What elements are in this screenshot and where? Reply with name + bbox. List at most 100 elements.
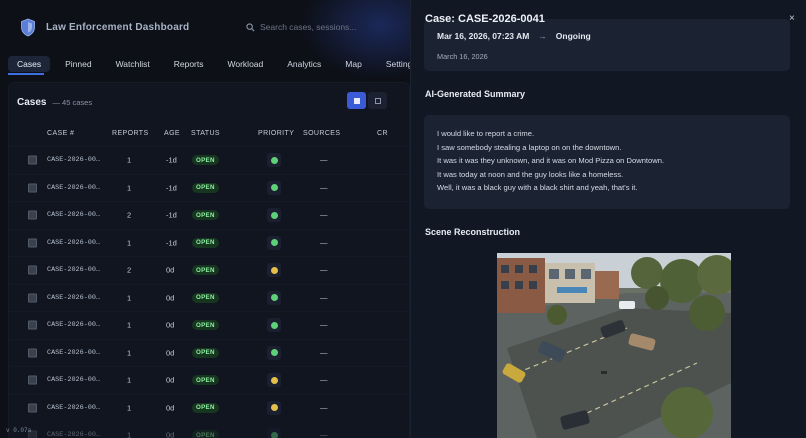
- summary-line: It was today at noon and the guy looks l…: [437, 169, 624, 179]
- case-number[interactable]: CASE-2026-00…: [47, 156, 100, 164]
- sources-value: —: [320, 293, 328, 303]
- case-age: -1d: [166, 210, 177, 220]
- table-row[interactable]: CASE-2026-00… 1 0d OPEN —: [9, 393, 409, 422]
- brand: Law Enforcement Dashboard: [20, 18, 189, 37]
- time-range: Mar 16, 2026, 07:23 AM → Ongoing: [437, 31, 591, 41]
- case-date: March 16, 2026: [437, 52, 488, 61]
- row-checkbox[interactable]: [28, 155, 37, 165]
- case-number[interactable]: CASE-2026-00…: [47, 239, 100, 247]
- app-title: Law Enforcement Dashboard: [46, 22, 190, 33]
- col-case[interactable]: CASE #: [47, 130, 74, 137]
- sources-value: —: [320, 238, 328, 248]
- tab-reports[interactable]: Reports: [165, 56, 213, 72]
- status-badge: OPEN: [192, 210, 219, 221]
- col-age[interactable]: AGE: [164, 130, 180, 137]
- case-age: 0d: [166, 320, 175, 330]
- search-input[interactable]: Search cases, sessions...: [260, 22, 356, 32]
- case-age: 0d: [166, 265, 175, 275]
- case-detail-panel: Mar 16, 2026, 07:23 AM → Ongoing March 1…: [410, 0, 806, 438]
- table-header: CASE # REPORTS AGE STATUS PRIORITY SOURC…: [9, 130, 409, 142]
- table-row[interactable]: CASE-2026-00… 1 0d OPEN —: [9, 283, 409, 312]
- priority-indicator: [267, 180, 281, 195]
- case-number[interactable]: CASE-2026-00…: [47, 211, 100, 219]
- priority-indicator: [267, 290, 281, 305]
- tab-cases[interactable]: Cases: [8, 56, 51, 72]
- col-sources[interactable]: SOURCES: [303, 130, 340, 137]
- row-checkbox[interactable]: [28, 265, 37, 275]
- summary-line: It was it was they unknown, and it was o…: [437, 156, 665, 166]
- row-checkbox[interactable]: [28, 238, 37, 248]
- case-title: Case: CASE-2026-0041: [425, 13, 545, 25]
- case-number[interactable]: CASE-2026-00…: [47, 294, 100, 302]
- table-row[interactable]: CASE-2026-00… 2 -1d OPEN —: [9, 201, 409, 229]
- priority-dot-icon: [270, 266, 278, 274]
- reports-count: 1: [127, 155, 132, 165]
- reports-count: 1: [127, 430, 132, 438]
- case-number[interactable]: CASE-2026-00…: [47, 321, 100, 329]
- row-checkbox[interactable]: [28, 403, 37, 413]
- case-number[interactable]: CASE-2026-00…: [47, 431, 100, 438]
- scene-reconstruction-image: [497, 253, 731, 438]
- row-checkbox[interactable]: [28, 210, 37, 220]
- summary-heading: AI-Generated Summary: [425, 89, 526, 99]
- tab-watchlist[interactable]: Watchlist: [107, 56, 159, 72]
- summary-line: I would like to report a crime.: [437, 129, 535, 138]
- time-state: Ongoing: [555, 31, 591, 41]
- view-toggle: [347, 92, 387, 109]
- col-status[interactable]: STATUS: [191, 130, 220, 137]
- row-checkbox[interactable]: [28, 320, 37, 330]
- case-number[interactable]: CASE-2026-00…: [47, 349, 100, 357]
- cases-table-body: CASE-2026-00… 1 -1d OPEN — CASE-2026-00… 1 -1d O…: [9, 146, 409, 438]
- table-row[interactable]: CASE-2026-00… 1 0d OPEN —: [9, 311, 409, 339]
- active-tab-indicator: [8, 73, 44, 75]
- table-row[interactable]: CASE-2026-00… 1 0d OPEN —: [9, 338, 409, 367]
- priority-dot-icon: [270, 404, 278, 412]
- table-row[interactable]: CASE-2026-00… 1 -1d OPEN —: [9, 173, 409, 202]
- row-checkbox[interactable]: [28, 375, 37, 385]
- row-checkbox[interactable]: [28, 348, 37, 358]
- sources-value: —: [320, 210, 328, 220]
- case-age: -1d: [166, 183, 177, 193]
- row-checkbox[interactable]: [28, 293, 37, 303]
- table-row[interactable]: CASE-2026-00… 1 -1d OPEN —: [9, 228, 409, 257]
- col-priority[interactable]: PRIORITY: [258, 130, 294, 137]
- case-age: 0d: [166, 293, 175, 303]
- status-badge: OPEN: [192, 292, 219, 303]
- case-age: 0d: [166, 430, 175, 438]
- col-reports[interactable]: REPORTS: [112, 130, 149, 137]
- case-number[interactable]: CASE-2026-00…: [47, 404, 100, 412]
- shield-icon: [21, 18, 35, 37]
- dashboard-app: Law Enforcement Dashboard Search cases, …: [0, 0, 460, 438]
- cases-count: — 45 cases: [52, 98, 93, 107]
- case-number[interactable]: CASE-2026-00…: [47, 376, 100, 384]
- case-age: -1d: [166, 238, 177, 248]
- version-label: v 0.07a: [6, 427, 32, 434]
- table-row[interactable]: CASE-2026-00… 1 0d OPEN —: [9, 366, 409, 394]
- sources-value: —: [320, 155, 328, 165]
- priority-dot-icon: [270, 184, 278, 192]
- tab-map[interactable]: Map: [336, 56, 371, 72]
- search-box[interactable]: Search cases, sessions...: [246, 22, 356, 32]
- col-extra[interactable]: CR: [377, 130, 388, 137]
- scene-heading: Scene Reconstruction: [425, 227, 521, 237]
- tab-analytics[interactable]: Analytics: [278, 56, 330, 72]
- case-number[interactable]: CASE-2026-00…: [47, 266, 100, 274]
- summary-card: I would like to report a crime. I saw so…: [424, 115, 790, 209]
- priority-indicator: [267, 208, 281, 223]
- case-number[interactable]: CASE-2026-00…: [47, 184, 100, 192]
- tab-workload[interactable]: Workload: [219, 56, 273, 72]
- grid-view-button[interactable]: [368, 92, 387, 109]
- row-checkbox[interactable]: [28, 183, 37, 193]
- close-button[interactable]: ×: [789, 13, 795, 24]
- list-view-button[interactable]: [347, 92, 366, 109]
- table-row[interactable]: CASE-2026-00… 1 0d OPEN —: [9, 421, 409, 438]
- priority-dot-icon: [270, 211, 278, 219]
- table-row[interactable]: CASE-2026-00… 2 0d OPEN —: [9, 256, 409, 284]
- sources-value: —: [320, 430, 328, 438]
- priority-indicator: [267, 318, 281, 333]
- tab-pinned[interactable]: Pinned: [56, 56, 100, 72]
- status-badge: OPEN: [192, 347, 219, 358]
- table-row[interactable]: CASE-2026-00… 1 -1d OPEN —: [9, 146, 409, 174]
- reports-count: 1: [127, 375, 132, 385]
- cases-title: Cases: [17, 97, 47, 108]
